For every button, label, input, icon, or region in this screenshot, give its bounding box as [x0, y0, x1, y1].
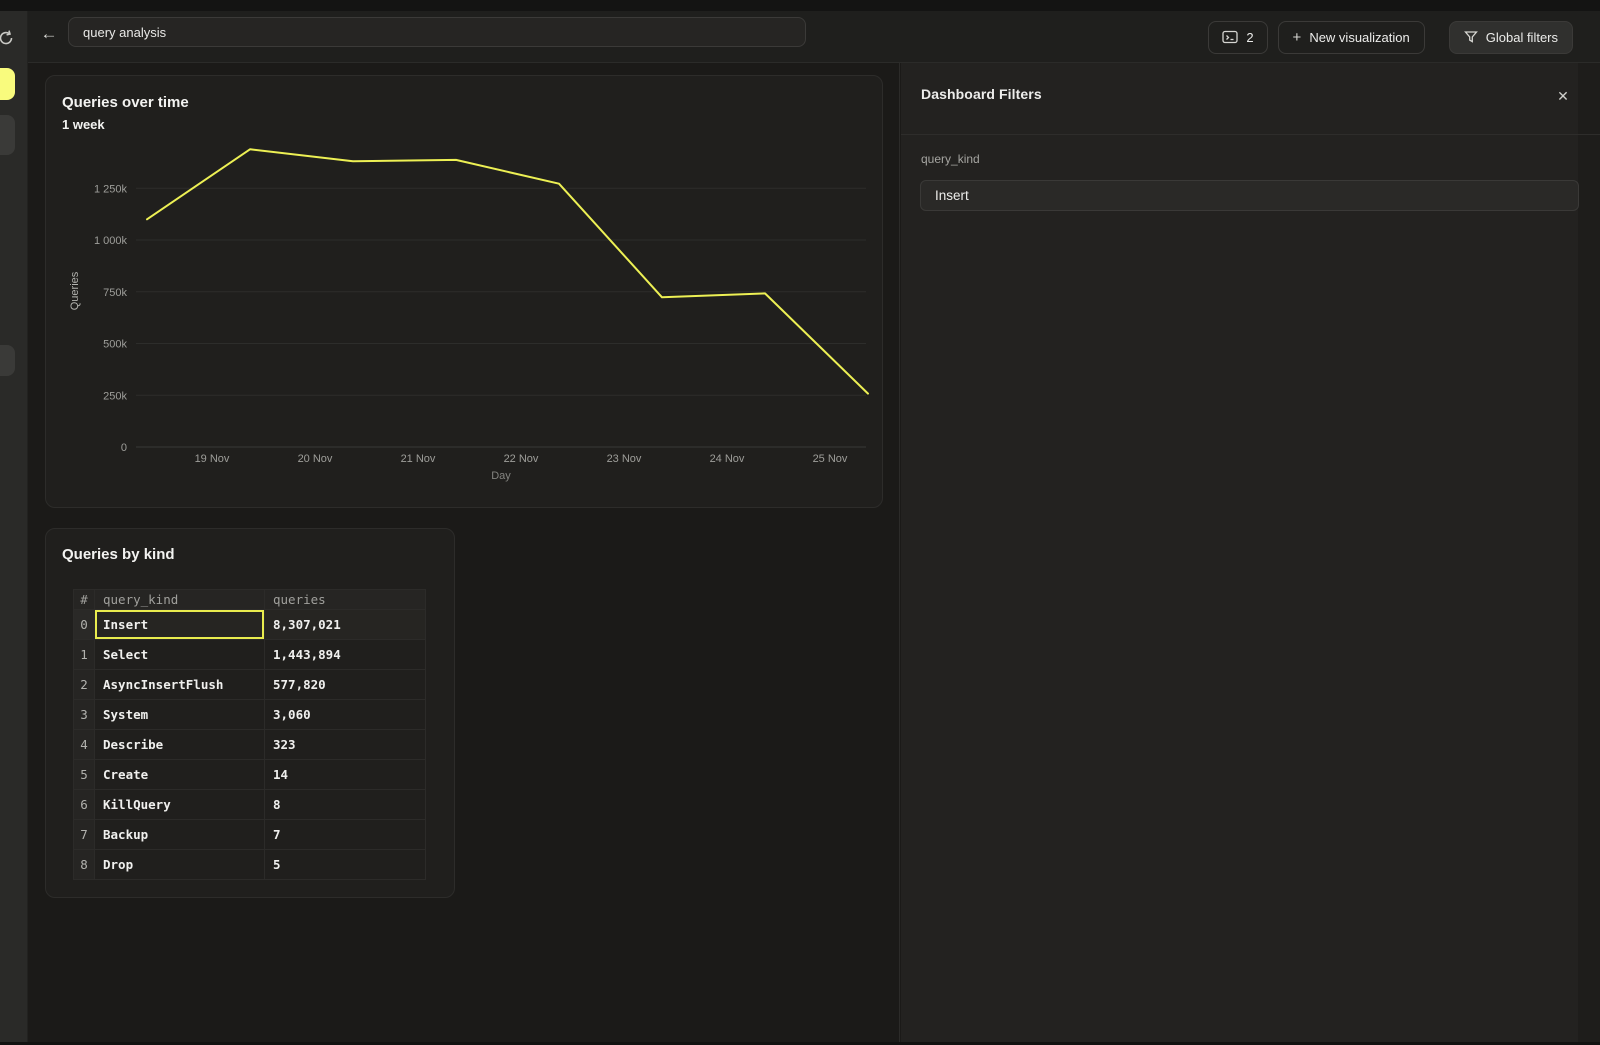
arrow-left-icon: ←: [41, 24, 58, 44]
panel-scroll-gutter: [1578, 63, 1600, 1042]
y-axis-tick-label: 1 250k: [94, 183, 128, 195]
query-kind-cell[interactable]: Describe: [94, 730, 264, 760]
queries-count-cell[interactable]: 1,443,894: [264, 640, 426, 670]
queries-line-chart: 0 250k 500k 750k 1 000k 1 250k 19 Nov 20 Nov 21 …: [61, 141, 876, 486]
x-axis-tick-label: 24 Nov: [710, 453, 745, 465]
topbar-actions: 2 + New visualization Global filters: [1208, 15, 1573, 59]
query-kind-cell[interactable]: Backup: [94, 820, 264, 850]
panel-divider: [901, 134, 1600, 135]
x-axis-tick-label: 25 Nov: [813, 453, 848, 465]
table-row: 5Create14: [73, 760, 426, 790]
topbar: ← 2 + New visualization: [28, 11, 1600, 63]
query-kind-cell[interactable]: AsyncInsertFlush: [94, 670, 264, 700]
plus-icon: +: [1293, 30, 1302, 45]
queries-count-cell[interactable]: 8,307,021: [264, 610, 426, 640]
row-index-cell: 7: [73, 820, 94, 850]
back-button[interactable]: ←: [34, 19, 64, 49]
sidebar-item-active-dashboard[interactable]: [0, 68, 15, 100]
x-axis-title: Day: [491, 470, 511, 482]
y-axis-tick-label: 250k: [103, 390, 127, 402]
query-kind-cell[interactable]: Drop: [94, 850, 264, 880]
close-icon: ✕: [1557, 88, 1569, 105]
column-header-queries[interactable]: queries: [264, 589, 426, 610]
queries-count-cell[interactable]: 577,820: [264, 670, 426, 700]
x-axis-tick-label: 22 Nov: [504, 453, 539, 465]
query-tabs-button[interactable]: 2: [1208, 21, 1267, 54]
query-kind-filter-input[interactable]: [920, 180, 1579, 211]
sidebar-item[interactable]: [0, 345, 15, 376]
x-axis-tick-label: 23 Nov: [607, 453, 642, 465]
new-visualization-button[interactable]: + New visualization: [1278, 21, 1425, 54]
x-axis-tick-label: 19 Nov: [195, 453, 230, 465]
table-row: 0Insert8,307,021: [73, 610, 426, 640]
row-index-cell: 0: [73, 610, 94, 640]
queries-by-kind-table: #query_kindqueries 0Insert8,307,0211Sele…: [73, 589, 426, 880]
refresh-icon[interactable]: [0, 28, 16, 48]
queries-count-cell[interactable]: 8: [264, 790, 426, 820]
dashboard-title-input[interactable]: [68, 17, 806, 47]
query-kind-cell[interactable]: Select: [94, 640, 264, 670]
queries-count-cell[interactable]: 14: [264, 760, 426, 790]
window-top-strip: [0, 0, 1600, 11]
queries-by-kind-card[interactable]: Queries by kind #query_kindqueries 0Inse…: [45, 528, 455, 898]
global-filters-button[interactable]: Global filters: [1449, 21, 1573, 54]
row-index-cell: 2: [73, 670, 94, 700]
dashboard-canvas: Queries over time 1 week 0 250k 500k 750k 1 …: [28, 63, 900, 1042]
column-header-num[interactable]: #: [73, 589, 94, 610]
sidebar-item[interactable]: [0, 115, 15, 155]
row-index-cell: 6: [73, 790, 94, 820]
x-axis-tick-label: 20 Nov: [298, 453, 333, 465]
row-index-cell: 5: [73, 760, 94, 790]
chart-subtitle: 1 week: [62, 117, 105, 132]
queries-count-cell[interactable]: 5: [264, 850, 426, 880]
sidebar: [0, 11, 28, 1042]
close-panel-button[interactable]: ✕: [1551, 84, 1575, 108]
table-row: 8Drop5: [73, 850, 426, 880]
x-axis-tick-label: 21 Nov: [401, 453, 436, 465]
table-row: 2AsyncInsertFlush577,820: [73, 670, 426, 700]
funnel-filter-icon: [1464, 30, 1478, 44]
query-kind-cell[interactable]: System: [94, 700, 264, 730]
row-index-cell: 3: [73, 700, 94, 730]
queries-count-cell[interactable]: 7: [264, 820, 426, 850]
queries-count-cell[interactable]: 3,060: [264, 700, 426, 730]
app-window: ← 2 + New visualization: [0, 0, 1600, 1045]
table-row: 1Select1,443,894: [73, 640, 426, 670]
dashboard-filters-panel: Dashboard Filters ✕ query_kind: [901, 63, 1600, 1042]
y-axis-tick-label: 500k: [103, 339, 127, 351]
queries-count-cell[interactable]: 323: [264, 730, 426, 760]
row-index-cell: 1: [73, 640, 94, 670]
new-visualization-label: New visualization: [1309, 30, 1409, 45]
query-kind-cell[interactable]: Create: [94, 760, 264, 790]
query-kind-cell[interactable]: Insert: [94, 610, 264, 640]
table-row: 7Backup7: [73, 820, 426, 850]
table-row: 3System3,060: [73, 700, 426, 730]
console-window-icon: [1222, 30, 1238, 44]
queries-over-time-card[interactable]: Queries over time 1 week 0 250k 500k 750k 1 …: [45, 75, 883, 508]
chart-title: Queries over time: [62, 94, 189, 111]
row-index-cell: 4: [73, 730, 94, 760]
row-index-cell: 8: [73, 850, 94, 880]
column-header-query_kind[interactable]: query_kind: [94, 589, 264, 610]
table-header: #query_kindqueries: [73, 589, 426, 610]
filter-field-label: query_kind: [921, 152, 980, 166]
y-axis-tick-label: 1 000k: [94, 235, 128, 247]
query-tabs-count: 2: [1246, 30, 1253, 45]
table-row: 4Describe323: [73, 730, 426, 760]
query-kind-cell[interactable]: KillQuery: [94, 790, 264, 820]
filters-panel-title: Dashboard Filters: [921, 86, 1042, 102]
y-axis-tick-label: 750k: [103, 287, 127, 299]
y-axis-title: Queries: [69, 271, 81, 310]
queries-line-series[interactable]: [147, 149, 868, 393]
y-axis-tick-label: 0: [121, 442, 127, 454]
table-title: Queries by kind: [62, 546, 175, 563]
table-row: 6KillQuery8: [73, 790, 426, 820]
global-filters-label: Global filters: [1486, 30, 1558, 45]
